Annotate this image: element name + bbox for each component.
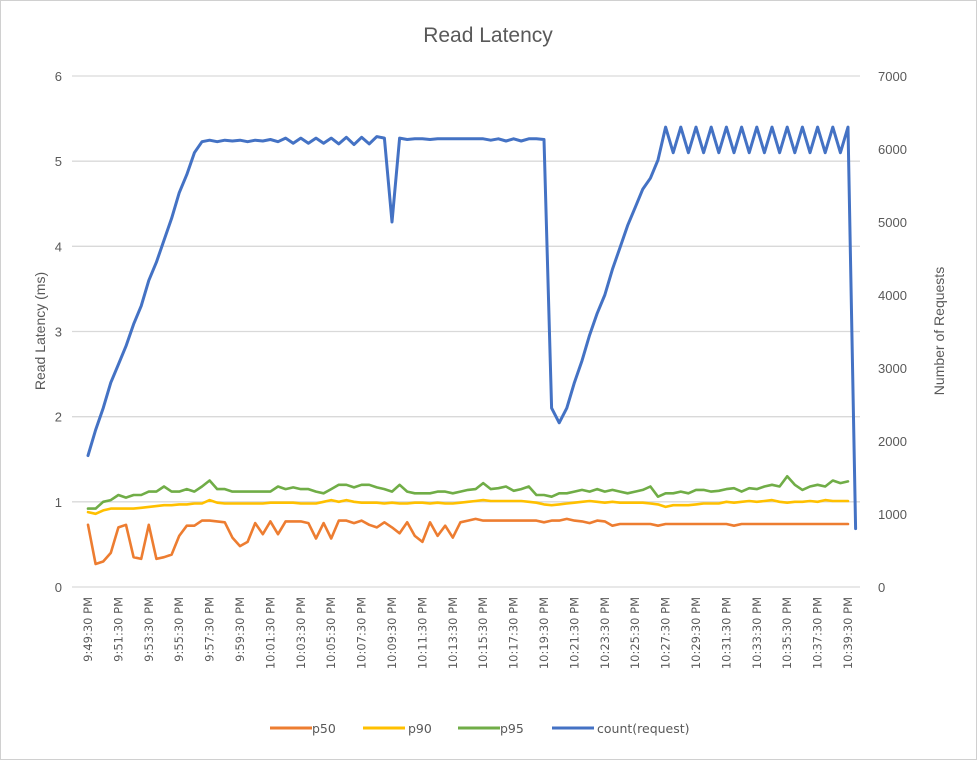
y-tick-label: 3 — [55, 325, 62, 340]
y2-tick-label: 1000 — [878, 507, 907, 522]
legend-item-p90: p90 — [363, 721, 432, 736]
y2-axis-ticks: 0 1000 2000 3000 4000 5000 6000 7000 — [878, 69, 907, 595]
x-tick-label: 10:31:30 PM — [719, 597, 733, 669]
legend-item-p50: p50 — [270, 721, 336, 736]
y-tick-label: 5 — [55, 154, 62, 169]
y-tick-label: 6 — [55, 69, 62, 84]
x-axis-ticks: 9:49:30 PM 9:51:30 PM 9:53:30 PM 9:55:30 PM… — [81, 597, 855, 669]
x-tick-label: 10:27:30 PM — [659, 597, 673, 669]
x-tick-label: 10:21:30 PM — [567, 597, 581, 669]
x-tick-label: 10:13:30 PM — [446, 597, 460, 669]
x-tick-label: 10:35:30 PM — [780, 597, 794, 669]
x-tick-label: 10:05:30 PM — [324, 597, 338, 669]
x-tick-label: 10:01:30 PM — [263, 597, 277, 669]
y-tick-label: 1 — [55, 495, 62, 510]
x-tick-label: 10:25:30 PM — [628, 597, 642, 669]
y-tick-label: 2 — [55, 410, 62, 425]
legend-label-count-request: count(request) — [597, 721, 690, 736]
y-tick-label: 4 — [55, 239, 62, 254]
y2-tick-label: 7000 — [878, 69, 907, 84]
x-tick-label: 10:15:30 PM — [476, 597, 490, 669]
x-tick-label: 10:07:30 PM — [355, 597, 369, 669]
y2-tick-label: 3000 — [878, 361, 907, 376]
legend-item-count-request: count(request) — [552, 721, 690, 736]
y2-tick-label: 5000 — [878, 215, 907, 230]
y2-tick-label: 6000 — [878, 142, 907, 157]
gridlines — [72, 75, 860, 588]
x-tick-label: 10:23:30 PM — [598, 597, 612, 669]
y-tick-label: 0 — [55, 580, 62, 595]
x-tick-label: 9:59:30 PM — [233, 597, 247, 662]
legend: p50 p90 p95 count(request) — [270, 721, 690, 736]
x-tick-label: 10:09:30 PM — [385, 597, 399, 669]
y2-axis-label: Number of Requests — [931, 267, 947, 395]
x-tick-label: 10:37:30 PM — [811, 597, 825, 669]
chart-title: Read Latency — [423, 24, 553, 47]
x-tick-label: 9:55:30 PM — [172, 597, 186, 662]
legend-label-p90: p90 — [408, 721, 432, 736]
y-axis-ticks: 0 1 2 3 4 5 6 — [55, 69, 62, 595]
series-line-p50 — [86, 517, 850, 566]
y2-tick-label: 0 — [878, 580, 885, 595]
x-tick-label: 9:57:30 PM — [203, 597, 217, 662]
legend-label-p95: p95 — [500, 721, 524, 736]
x-tick-label: 9:49:30 PM — [81, 597, 95, 662]
x-tick-label: 10:03:30 PM — [294, 597, 308, 669]
series-lines — [86, 125, 858, 566]
x-tick-label: 10:19:30 PM — [537, 597, 551, 669]
x-tick-label: 10:17:30 PM — [507, 597, 521, 669]
y2-tick-label: 2000 — [878, 434, 907, 449]
y-axis-label: Read Latency (ms) — [32, 272, 48, 390]
series-line-count-request — [86, 125, 858, 531]
legend-label-p50: p50 — [312, 721, 336, 736]
x-tick-label: 10:29:30 PM — [689, 597, 703, 669]
x-tick-label: 10:11:30 PM — [415, 597, 429, 669]
legend-item-p95: p95 — [458, 721, 524, 736]
x-tick-label: 9:53:30 PM — [142, 597, 156, 662]
series-line-p90 — [86, 498, 850, 516]
x-tick-label: 10:39:30 PM — [841, 597, 855, 669]
x-tick-label: 9:51:30 PM — [111, 597, 125, 662]
x-tick-label: 10:33:30 PM — [750, 597, 764, 669]
read-latency-chart: Read Latency 0 1 2 3 4 5 6 0 1000 2000 3000 4000 50… — [32, 24, 947, 736]
y2-tick-label: 4000 — [878, 288, 907, 303]
